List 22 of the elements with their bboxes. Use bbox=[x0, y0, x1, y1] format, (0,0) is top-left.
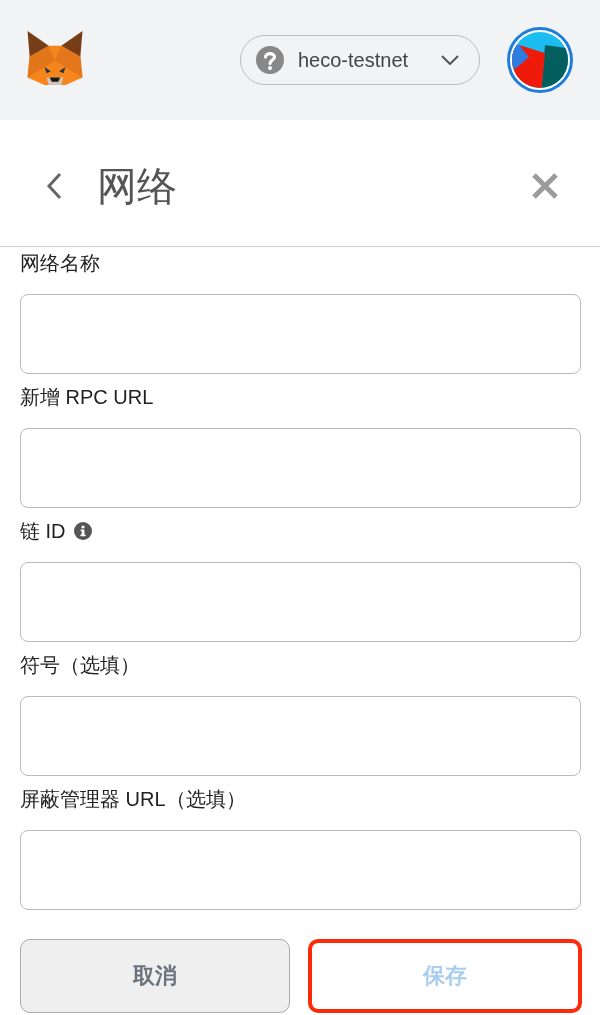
close-button[interactable] bbox=[530, 172, 560, 200]
info-icon[interactable] bbox=[73, 522, 92, 540]
input-field[interactable] bbox=[20, 562, 581, 642]
field-label: 网络名称 bbox=[20, 251, 100, 275]
help-icon bbox=[256, 46, 284, 74]
input-field[interactable] bbox=[20, 696, 581, 776]
close-icon bbox=[530, 172, 560, 200]
network-selector[interactable]: heco-testnet bbox=[240, 35, 480, 85]
back-button[interactable] bbox=[44, 172, 64, 200]
input-field[interactable] bbox=[20, 428, 581, 508]
page-title: 网络 bbox=[97, 162, 177, 210]
account-avatar-icon[interactable] bbox=[507, 27, 573, 93]
field-label: 屏蔽管理器 URL（选填） bbox=[20, 787, 246, 811]
field-label: 新增 RPC URL bbox=[20, 385, 154, 409]
chevron-down-icon bbox=[441, 55, 459, 65]
fox-logo-icon bbox=[25, 30, 85, 86]
input-field[interactable] bbox=[20, 294, 581, 374]
field-label: 符号（选填） bbox=[20, 653, 140, 677]
field-label: 链 ID bbox=[20, 519, 66, 543]
cancel-button[interactable]: 取消 bbox=[20, 939, 290, 1013]
input-field[interactable] bbox=[20, 830, 581, 910]
chevron-left-icon bbox=[44, 172, 64, 200]
